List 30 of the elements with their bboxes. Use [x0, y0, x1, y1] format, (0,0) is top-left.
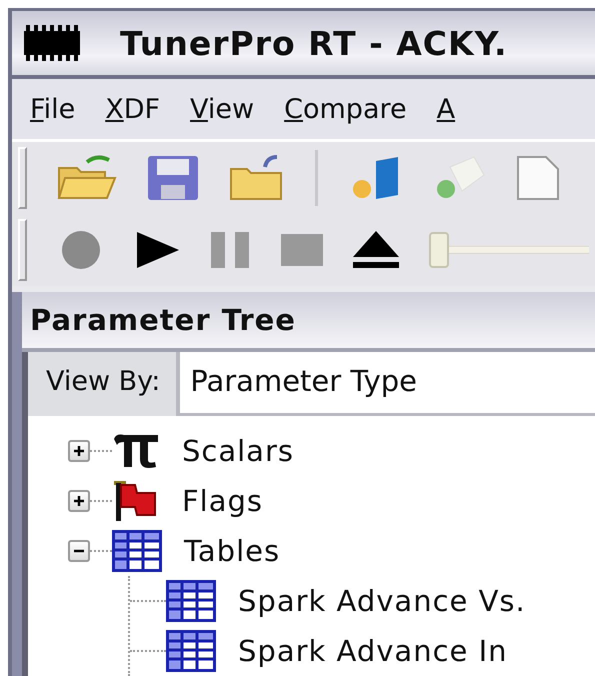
tree-item[interactable]: Spark Advance Vs. — [238, 584, 526, 618]
tree-item[interactable]: Spark Advance In — [238, 634, 508, 668]
toolbar-grip[interactable] — [18, 147, 27, 209]
chip-icon — [24, 25, 80, 61]
tree-item[interactable]: Flags — [182, 484, 264, 518]
play-icon[interactable] — [135, 232, 181, 268]
panel-title: Parameter Tree — [30, 303, 296, 337]
table-icon — [166, 580, 216, 622]
table-icon — [112, 530, 162, 572]
eject-icon[interactable] — [353, 231, 399, 269]
open-folder-icon[interactable] — [57, 154, 117, 202]
menu-item[interactable]: File — [30, 94, 76, 124]
tree-item[interactable]: Scalars — [182, 434, 294, 468]
menu-item[interactable]: Compare — [284, 94, 407, 124]
pause-icon[interactable] — [211, 232, 251, 268]
tree-item[interactable]: Tables — [184, 534, 280, 568]
folder-icon[interactable] — [229, 155, 285, 201]
view-by-label: View By: — [45, 365, 162, 399]
expand-icon[interactable] — [68, 490, 90, 512]
window-title: TunerPro RT - ACKY. — [120, 24, 508, 62]
pi-icon — [112, 433, 160, 469]
collapse-icon[interactable] — [68, 540, 90, 562]
menu-item[interactable]: A — [436, 94, 456, 124]
menu-item[interactable]: View — [190, 94, 254, 124]
view-by-dropdown[interactable]: Parameter Type — [176, 352, 595, 416]
page-icon[interactable] — [516, 155, 560, 201]
table-icon — [166, 630, 216, 672]
expand-icon[interactable] — [68, 440, 90, 462]
toolbar-grip[interactable] — [18, 219, 27, 281]
menu-item[interactable]: XDF — [105, 94, 160, 124]
